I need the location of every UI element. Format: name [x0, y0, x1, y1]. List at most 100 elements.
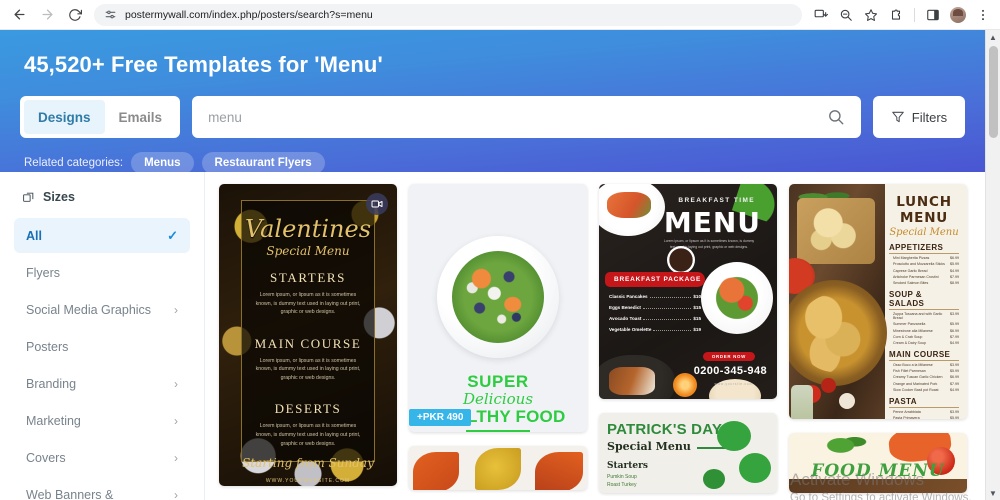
chevron-right-icon: ›: [174, 302, 178, 317]
menu-item-row: Avocado Toast $15: [609, 316, 701, 321]
back-button[interactable]: [6, 2, 32, 28]
sidebar-item-marketing[interactable]: Marketing ›: [14, 403, 190, 438]
sidebar-item-web-banners[interactable]: Web Banners & ›: [14, 477, 190, 500]
grid-column-3: BREAKFAST TIME MENU Lorem ipsum, or lips…: [599, 184, 777, 493]
template-card-patricks-day[interactable]: PATRICK'S DAY Special Menu Starters Pumk…: [599, 413, 777, 493]
three-dot-menu-icon[interactable]: [972, 4, 994, 26]
search-input[interactable]: [208, 109, 827, 125]
tab-emails[interactable]: Emails: [105, 100, 177, 134]
salad-bowl-image: [701, 262, 773, 334]
bookmark-star-icon[interactable]: [860, 4, 882, 26]
lunch-section-heading: MAIN COURSE: [889, 350, 959, 361]
breakfast-website: www.yoursite.com: [714, 382, 753, 386]
menu-item-name: Classic Pancakes: [609, 294, 648, 299]
menu-item-name: Vegetable Omelette: [609, 327, 652, 332]
menu-item-row: Corn & Crab Soup $7.99: [889, 335, 959, 339]
page-viewport: 45,520+ Free Templates for 'Menu' Design…: [0, 30, 1000, 500]
page-content: 45,520+ Free Templates for 'Menu' Design…: [0, 30, 985, 500]
template-card-breakfast-menu[interactable]: BREAKFAST TIME MENU Lorem ipsum, or lips…: [599, 184, 777, 399]
tab-designs[interactable]: Designs: [24, 100, 105, 134]
search-box[interactable]: [192, 96, 861, 138]
search-icon[interactable]: [827, 108, 845, 126]
lunch-subtitle: Special Menu: [889, 227, 959, 238]
sidebar-item-covers[interactable]: Covers ›: [14, 440, 190, 475]
sidebar-item-label: Social Media Graphics: [26, 302, 152, 317]
site-settings-icon[interactable]: [104, 8, 117, 21]
dot-leader: [643, 319, 692, 320]
back-arrow-icon: [14, 9, 24, 20]
template-card-autumn[interactable]: [409, 446, 587, 490]
chevron-right-icon: ›: [174, 376, 178, 391]
menu-item-name: Fish Fillet Parmesan: [893, 369, 926, 374]
sidebar-item-flyers[interactable]: Flyers: [14, 255, 190, 290]
lunch-menu-panel: LUNCH MENU Special Menu APPETIZERS Mini …: [883, 184, 967, 419]
forward-button[interactable]: [34, 2, 60, 28]
side-panel-icon[interactable]: [922, 4, 944, 26]
sidebar-item-social-media-graphics[interactable]: Social Media Graphics ›: [14, 292, 190, 327]
tomato-image: [821, 378, 836, 393]
chevron-right-icon: ›: [174, 450, 178, 465]
menu-item-row: Osso Buco a la Milanese $3.99: [889, 363, 959, 367]
scroll-down-arrow-icon[interactable]: ▼: [986, 486, 1000, 500]
browser-toolbar: postermywall.com/index.php/posters/searc…: [0, 0, 1000, 30]
menu-item-row: Prosciutto and Mozzarella Sticks $5.99: [889, 262, 959, 266]
lunch-section-heading: APPETIZERS: [889, 243, 959, 254]
menu-item-name: Penne Arrabbiata: [893, 410, 921, 414]
menu-item-name: Creamy Tuscan Garlic Chicken: [893, 375, 943, 380]
type-tabs: Designs Emails: [20, 96, 181, 138]
address-bar[interactable]: postermywall.com/index.php/posters/searc…: [94, 3, 802, 26]
menu-item-name: Prosciutto and Mozzarella Sticks: [893, 262, 945, 267]
menu-item-row: Eggs Benedict $15: [609, 305, 701, 310]
filters-button[interactable]: Filters: [873, 96, 965, 138]
extensions-puzzle-icon[interactable]: [885, 4, 907, 26]
menu-item-name: Eggs Benedict: [609, 305, 641, 310]
related-categories-label: Related categories:: [24, 157, 124, 169]
related-pill-restaurant-flyers[interactable]: Restaurant Flyers: [201, 152, 325, 174]
menu-item-name: Artichoke Parmesan Crostini: [893, 274, 939, 279]
lunch-section-heading: PASTA: [889, 397, 959, 408]
sidebar-item-label: Covers: [26, 450, 66, 465]
breakfast-phone: 0200-345-948: [693, 365, 767, 377]
sidebar-item-all[interactable]: All ✓: [14, 218, 190, 253]
valentines-section-body: Lorem ipsum, or lipsum as it is sometime…: [255, 292, 361, 316]
template-card-food-menu[interactable]: FOOD MENU: [789, 433, 967, 493]
sidebar-item-label: Marketing: [26, 413, 81, 428]
dot-leader: [649, 297, 692, 298]
reload-icon: [69, 8, 82, 21]
chevron-right-icon: ›: [174, 487, 178, 500]
profile-avatar[interactable]: [947, 4, 969, 26]
video-camera-icon[interactable]: [366, 193, 388, 215]
scroll-up-arrow-icon[interactable]: ▲: [986, 30, 1000, 44]
breakfast-order-label: ORDER NOW: [702, 352, 755, 361]
bottom-strip: [789, 479, 967, 493]
menu-item-price: $5.99: [950, 322, 959, 327]
page-scrollbar[interactable]: ▲ ▼: [985, 30, 1000, 500]
install-app-icon[interactable]: [810, 4, 832, 26]
page-title: 45,520+ Free Templates for 'Menu': [24, 52, 383, 77]
template-card-valentines[interactable]: Valentines Special Menu STARTERS Lorem i…: [219, 184, 397, 486]
sidebar-item-posters[interactable]: Posters: [14, 329, 190, 364]
template-grid: Valentines Special Menu STARTERS Lorem i…: [205, 172, 985, 500]
menu-item-name: Orange and Marinated Pork: [893, 381, 938, 386]
patricks-title: PATRICK'S DAY: [607, 421, 723, 438]
sidebar-item-branding[interactable]: Branding ›: [14, 366, 190, 401]
menu-item-price: $15: [693, 316, 701, 321]
menu-item-price: $4.99: [950, 340, 959, 345]
valentines-section-body: Lorem ipsum, or lipsum as it is sometime…: [255, 357, 361, 381]
menu-item-row: Slow Cooker Basil pot Roast $4.99: [889, 388, 959, 392]
related-pill-menus[interactable]: Menus: [131, 152, 194, 174]
menu-item-row: Minestrone alla Milanese $6.99: [889, 329, 959, 333]
zoom-icon[interactable]: [835, 4, 857, 26]
reload-button[interactable]: [62, 2, 88, 28]
template-card-lunch-menu[interactable]: LUNCH MENU Special Menu APPETIZERS Mini …: [789, 184, 967, 419]
scrollbar-thumb[interactable]: [989, 46, 998, 138]
lunch-title: LUNCH MENU: [896, 194, 952, 226]
menu-item-price: $8.99: [950, 280, 959, 285]
valentines-section-body: Lorem ipsum, or lipsum as it is sometime…: [255, 423, 361, 447]
template-card-healthy-food[interactable]: SUPER Delicious HEALTHY FOOD +PKR 490: [409, 184, 587, 432]
breakfast-eyebrow: BREAKFAST TIME: [678, 197, 755, 204]
valentines-closing: Starting from Sunday: [242, 456, 374, 471]
menu-item-name: Osso Buco a la Milanese: [893, 363, 933, 368]
sidebar-item-label: Flyers: [26, 265, 61, 280]
valentines-section-heading: DESERTS: [274, 401, 342, 417]
